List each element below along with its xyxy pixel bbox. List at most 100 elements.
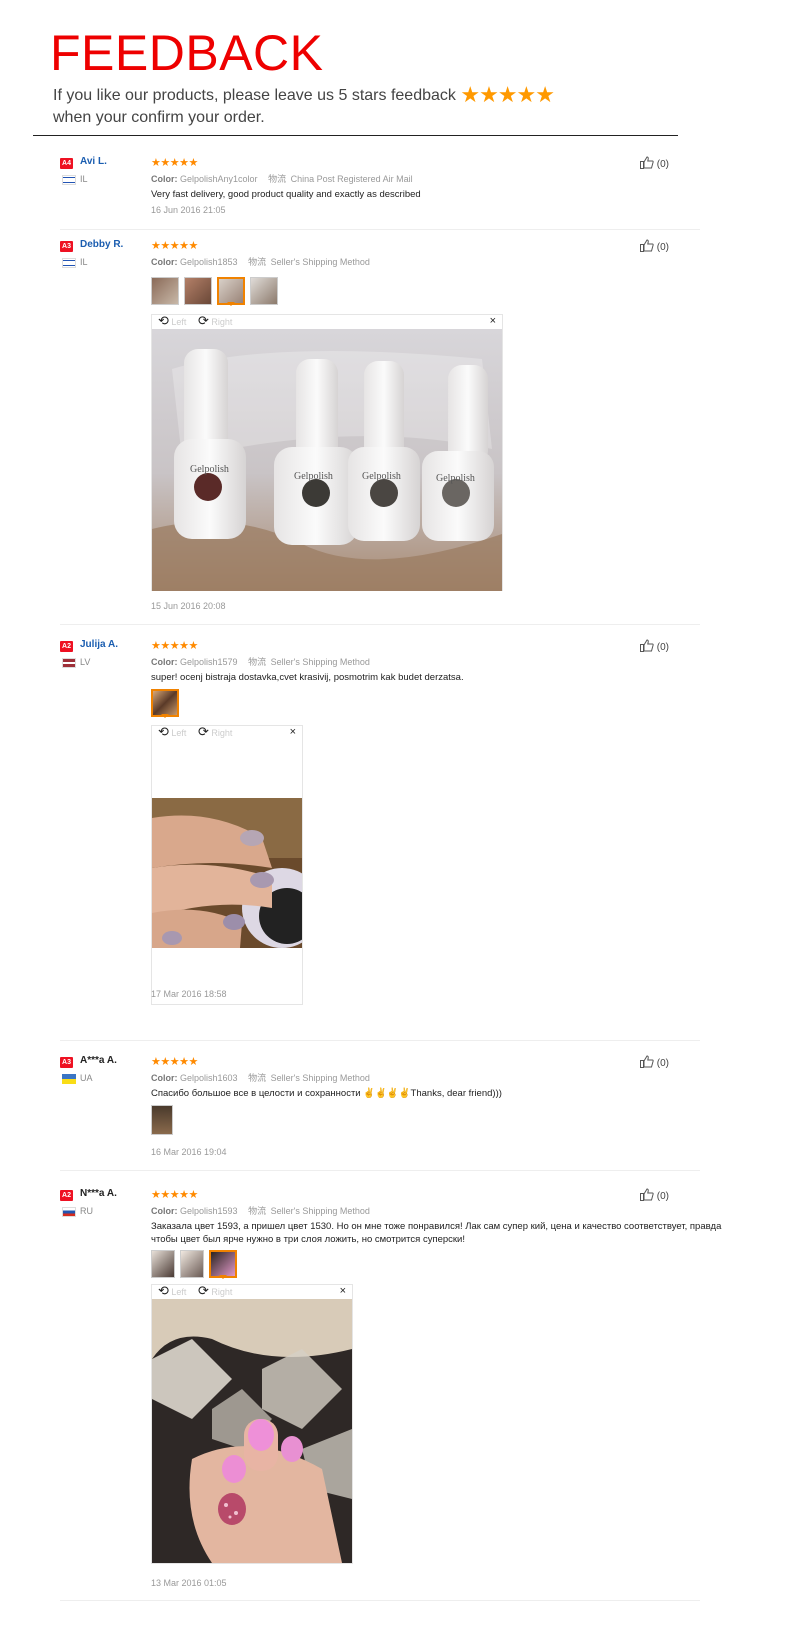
order-meta: Color: Gelpolish1593 物流 Seller's Shippin… [151,1204,370,1217]
rotate-right-button[interactable]: ⟳ Right [198,724,232,739]
review-text: Very fast delivery, good product quality… [151,189,421,200]
thumbs-up-icon [640,239,654,252]
rotate-left-button[interactable]: ⟲ Left [158,313,186,328]
color-label: Color: [151,1206,178,1216]
like-button[interactable]: (0) [640,156,669,170]
photo-viewer: ⟲ Left ⟳ Right × [151,1284,353,1564]
viewer-toolbar: ⟲ Left ⟳ Right × [152,313,502,329]
header-line-1: If you like our products, please leave u… [53,87,456,104]
review-photo: Gelpolish Gelpolish Gelpolish Gelpolish [152,329,502,591]
close-icon[interactable]: × [340,1285,346,1297]
israel-flag-icon [62,258,76,268]
review-text: Заказала цвет 1593, а пришел цвет 1530. … [151,1221,722,1245]
svg-text:Gelpolish: Gelpolish [294,471,333,482]
rotate-right-button[interactable]: ⟳ Right [198,314,232,327]
photo-thumbnail-selected[interactable] [209,1250,237,1279]
header-subtitle: If you like our products, please leave u… [53,82,555,129]
rotate-left-button[interactable]: ⟲ Left [158,725,186,738]
review-item: A4 Avi L. IL ★★★★★ Color: GelpolishAny1c… [60,156,700,216]
review-date: 16 Jun 2016 21:05 [151,205,226,215]
buyer-level-badge: A2 [60,641,73,652]
close-icon[interactable]: × [490,315,496,327]
review-date: 15 Jun 2016 20:08 [151,601,226,611]
like-button[interactable]: (0) [640,1188,669,1202]
five-stars-icon: ★★★★★ [460,82,555,107]
review-text: super! ocenj bistraja dostavka,cvet kras… [151,672,464,683]
header-line-2: when your confirm your order. [53,109,265,126]
shipping-method: Seller's Shipping Method [270,1073,370,1083]
russia-flag-icon [62,1207,76,1217]
color-label: Color: [151,1073,178,1083]
rotate-right-icon: ⟳ [198,724,209,739]
rating-stars: ★★★★★ [151,157,198,169]
order-meta: Color: GelpolishAny1color 物流 China Post … [151,172,413,185]
reviewer-country: IL [80,257,88,267]
like-button[interactable]: (0) [640,239,669,253]
like-count: (0) [656,642,670,653]
like-count: (0) [656,1058,670,1069]
logistics-icon: 物流 [248,1073,267,1083]
reviewer-name[interactable]: Julija A. [80,639,118,650]
review-date: 16 Mar 2016 19:04 [151,1147,227,1157]
ukraine-flag-icon [62,1074,76,1084]
rotate-right-button[interactable]: ⟳ Right [198,1284,232,1297]
rating-stars: ★★★★★ [151,640,198,652]
svg-text:Gelpolish: Gelpolish [190,464,229,475]
order-meta: Color: Gelpolish1603 物流 Seller's Shippin… [151,1071,370,1084]
rating-stars: ★★★★★ [151,1056,198,1068]
review-divider [60,1170,700,1171]
photo-thumbnail[interactable] [250,277,278,305]
photo-thumbnail-selected[interactable] [217,277,245,306]
review-photo [152,1299,352,1563]
latvia-flag-icon [62,658,76,668]
logistics-icon: 物流 [248,657,267,667]
review-divider [60,1600,700,1601]
israel-flag-icon [62,175,76,185]
logistics-icon: 物流 [248,257,267,267]
rotate-left-icon: ⟲ [158,1283,169,1298]
photo-thumbnail[interactable] [184,277,212,305]
rating-stars: ★★★★★ [151,240,198,252]
like-button[interactable]: (0) [640,639,669,653]
logistics-icon: 物流 [268,174,287,184]
photo-thumbnail[interactable] [151,1250,175,1278]
color-value: Gelpolish1593 [180,1206,238,1216]
reviewer-name[interactable]: N***a A. [80,1188,117,1199]
like-button[interactable]: (0) [640,1055,669,1069]
review-text: Спасибо большое все в целости и сохранно… [151,1088,502,1099]
review-date: 13 Mar 2016 01:05 [151,1578,227,1588]
order-meta: Color: Gelpolish1853 物流 Seller's Shippin… [151,255,370,268]
photo-thumbnail[interactable] [180,1250,204,1278]
review-item: A3 Debby R. IL ★★★★★ Color: Gelpolish185… [60,239,700,611]
reviewer-country: UA [80,1073,93,1083]
photo-thumbnails [151,689,179,718]
like-count: (0) [656,242,670,253]
shipping-method: Seller's Shipping Method [270,657,370,667]
photo-viewer: ⟲ Left ⟳ Right × [151,724,322,1005]
review-divider [60,229,700,230]
review-date: 17 Mar 2016 18:58 [151,989,227,999]
header-divider [33,135,678,136]
reviewer-country: IL [80,174,88,184]
reviewer-country: LV [80,657,91,667]
rotate-left-icon: ⟲ [158,313,169,328]
thumbs-up-icon [640,156,654,169]
photo-thumbnails [151,1105,173,1135]
photo-thumbnail[interactable] [151,277,179,305]
reviewer-name[interactable]: Debby R. [80,239,123,250]
review-divider [60,624,700,625]
photo-thumbnail[interactable] [151,1105,173,1135]
shipping-method: China Post Registered Air Mail [290,174,413,184]
like-count: (0) [656,159,670,170]
photo-thumbnails [151,1250,237,1279]
rating-stars: ★★★★★ [151,1189,198,1201]
shipping-method: Seller's Shipping Method [270,1206,370,1216]
close-icon[interactable]: × [290,726,296,738]
reviewer-name[interactable]: Avi L. [80,156,107,167]
reviewer-name[interactable]: A***a A. [80,1055,117,1066]
buyer-level-badge: A3 [60,1057,73,1068]
reviewer-country: RU [80,1206,93,1216]
page-title: FEEDBACK [50,25,324,81]
rotate-left-button[interactable]: ⟲ Left [158,1283,186,1298]
photo-thumbnail-selected[interactable] [151,689,179,718]
